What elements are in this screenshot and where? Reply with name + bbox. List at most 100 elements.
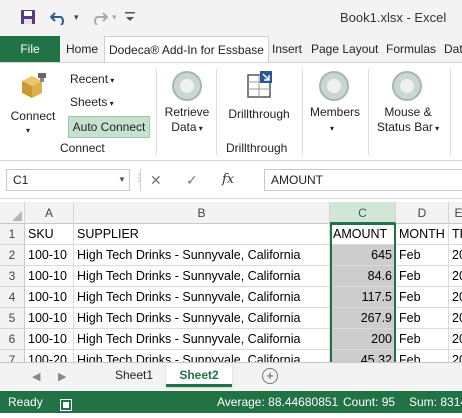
cell-b2[interactable]: High Tech Drinks - Sunnyvale, California	[74, 245, 330, 266]
cancel-icon[interactable]: ✕	[150, 172, 162, 189]
row-header[interactable]: 7	[0, 350, 25, 362]
members-dropdown-icon[interactable]: ▾	[330, 121, 334, 136]
sheet-next-icon[interactable]: ▶	[58, 370, 66, 383]
row-header[interactable]: 1	[0, 224, 25, 245]
drillthrough-button[interactable]: Drillthrough	[222, 107, 296, 122]
name-box-dropdown-icon[interactable]: ▼	[118, 175, 126, 184]
cell-b1[interactable]: SUPPLIER	[74, 224, 330, 245]
row-header[interactable]: 6	[0, 329, 25, 350]
cell-d7[interactable]: Feb	[396, 350, 449, 362]
cell-b7[interactable]: High Tech Drinks - Sunnyvale, California	[74, 350, 330, 362]
cell-c7[interactable]: 45.32	[330, 350, 396, 362]
tab-file[interactable]: File	[0, 36, 60, 62]
sheet-tab-sheet1[interactable]: Sheet1	[104, 363, 164, 387]
select-all-corner[interactable]	[0, 202, 25, 224]
ribbon: Connect ▾ Recent ▾ Sheets ▾ Auto Connect…	[0, 62, 462, 161]
save-icon[interactable]	[20, 7, 36, 27]
cell-a1[interactable]: SKU	[25, 224, 74, 245]
redo-dropdown-icon[interactable]: ▾	[112, 7, 117, 27]
redo-icon[interactable]	[90, 7, 108, 27]
cell-d1[interactable]: MONTH	[396, 224, 449, 245]
column-header-c[interactable]: C	[330, 202, 396, 224]
cell-d3[interactable]: Feb	[396, 266, 449, 287]
insert-function-icon[interactable]: fx	[222, 172, 234, 187]
column-header-d[interactable]: D	[396, 202, 449, 224]
add-sheet-icon[interactable]: +	[262, 368, 278, 384]
row-header[interactable]: 4	[0, 287, 25, 308]
cell-b6[interactable]: High Tech Drinks - Sunnyvale, California	[74, 329, 330, 350]
cell-e4[interactable]: 20	[449, 287, 462, 308]
name-box[interactable]: C1	[6, 169, 130, 191]
group-separator	[156, 69, 157, 155]
connect-button[interactable]: Connect	[8, 109, 58, 124]
cell-e7[interactable]: 20	[449, 350, 462, 362]
undo-dropdown-icon[interactable]: ▾	[74, 7, 79, 27]
tab-insert[interactable]: Insert	[272, 36, 302, 62]
recent-button[interactable]: Recent ▾	[70, 72, 114, 88]
column-header-e[interactable]: E	[449, 202, 462, 224]
worksheet-grid[interactable]: A B C D E 1 SKU SUPPLIER AMOUNT MONTH TR…	[0, 202, 462, 362]
cell-d5[interactable]: Feb	[396, 308, 449, 329]
tab-page-layout[interactable]: Page Layout	[311, 36, 378, 62]
title-bar: ▾ ▾ Book1.xlsx - Excel	[0, 0, 462, 36]
cell-c1[interactable]: AMOUNT	[330, 224, 396, 245]
cell-d4[interactable]: Feb	[396, 287, 449, 308]
sheets-button[interactable]: Sheets ▾	[70, 95, 114, 111]
row-header[interactable]: 3	[0, 266, 25, 287]
cell-e6[interactable]: 20	[449, 329, 462, 350]
cell-b5[interactable]: High Tech Drinks - Sunnyvale, California	[74, 308, 330, 329]
cell-d2[interactable]: Feb	[396, 245, 449, 266]
column-header-a[interactable]: A	[25, 202, 74, 224]
group-separator	[368, 69, 369, 155]
cell-a3[interactable]: 100-10	[25, 266, 74, 287]
formula-bar: C1 ▼ ⋮ ✕ ✓ fx AMOUNT	[0, 161, 462, 199]
retrieve-data-icon	[172, 71, 202, 101]
cell-a6[interactable]: 100-10	[25, 329, 74, 350]
mouse-status-bar-button[interactable]: Mouse & Status Bar ▾	[372, 105, 444, 136]
tab-data[interactable]: Dat	[444, 36, 462, 62]
cell-c3[interactable]: 84.6	[330, 266, 396, 287]
cell-a5[interactable]: 100-10	[25, 308, 74, 329]
tab-formulas[interactable]: Formulas	[386, 36, 436, 62]
status-count: Count: 95	[343, 395, 396, 409]
group-separator	[302, 69, 303, 155]
group-separator	[450, 69, 451, 155]
undo-icon[interactable]	[50, 7, 68, 27]
row-header[interactable]: 2	[0, 245, 25, 266]
cell-a7[interactable]: 100-20	[25, 350, 74, 362]
cell-e2[interactable]: 20	[449, 245, 462, 266]
sheet-prev-icon[interactable]: ◀	[32, 370, 40, 383]
cell-c6[interactable]: 200	[330, 329, 396, 350]
sheet-tab-bar: ◀ ▶ Sheet1 Sheet2 +	[0, 362, 462, 391]
sheet-tab-sheet2[interactable]: Sheet2	[166, 363, 232, 387]
mouse-status-icon	[392, 71, 422, 101]
cell-c2[interactable]: 645	[330, 245, 396, 266]
customize-qat-icon[interactable]	[124, 7, 136, 27]
cell-b3[interactable]: High Tech Drinks - Sunnyvale, California	[74, 266, 330, 287]
tab-home[interactable]: Home	[66, 36, 98, 62]
tab-dodeca-addin[interactable]: Dodeca® Add-In for Essbase	[104, 36, 269, 63]
cell-a2[interactable]: 100-10	[25, 245, 74, 266]
formula-input[interactable]: AMOUNT	[264, 169, 462, 191]
auto-connect-button[interactable]: Auto Connect	[68, 116, 150, 138]
drillthrough-group-label: Drillthrough	[226, 141, 288, 155]
row-header[interactable]: 5	[0, 308, 25, 329]
enter-icon[interactable]: ✓	[186, 172, 198, 189]
macro-recording-icon[interactable]	[60, 396, 72, 418]
cell-e5[interactable]: 20	[449, 308, 462, 329]
cell-c5[interactable]: 267.9	[330, 308, 396, 329]
ribbon-tabs: File Home Dodeca® Add-In for Essbase Ins…	[0, 36, 462, 63]
connect-dropdown-icon[interactable]: ▾	[26, 123, 30, 138]
formula-bar-separator	[140, 169, 141, 191]
cell-d6[interactable]: Feb	[396, 329, 449, 350]
members-button[interactable]: Members	[306, 105, 364, 120]
cell-a4[interactable]: 100-10	[25, 287, 74, 308]
cell-e3[interactable]: 20	[449, 266, 462, 287]
retrieve-data-button[interactable]: Retrieve Data ▾	[160, 105, 214, 136]
members-icon	[319, 71, 349, 101]
cell-e1[interactable]: TR	[449, 224, 462, 245]
cell-b4[interactable]: High Tech Drinks - Sunnyvale, California	[74, 287, 330, 308]
cell-c4[interactable]: 117.5	[330, 287, 396, 308]
connect-group-label: Connect	[60, 141, 105, 155]
column-header-b[interactable]: B	[74, 202, 330, 224]
